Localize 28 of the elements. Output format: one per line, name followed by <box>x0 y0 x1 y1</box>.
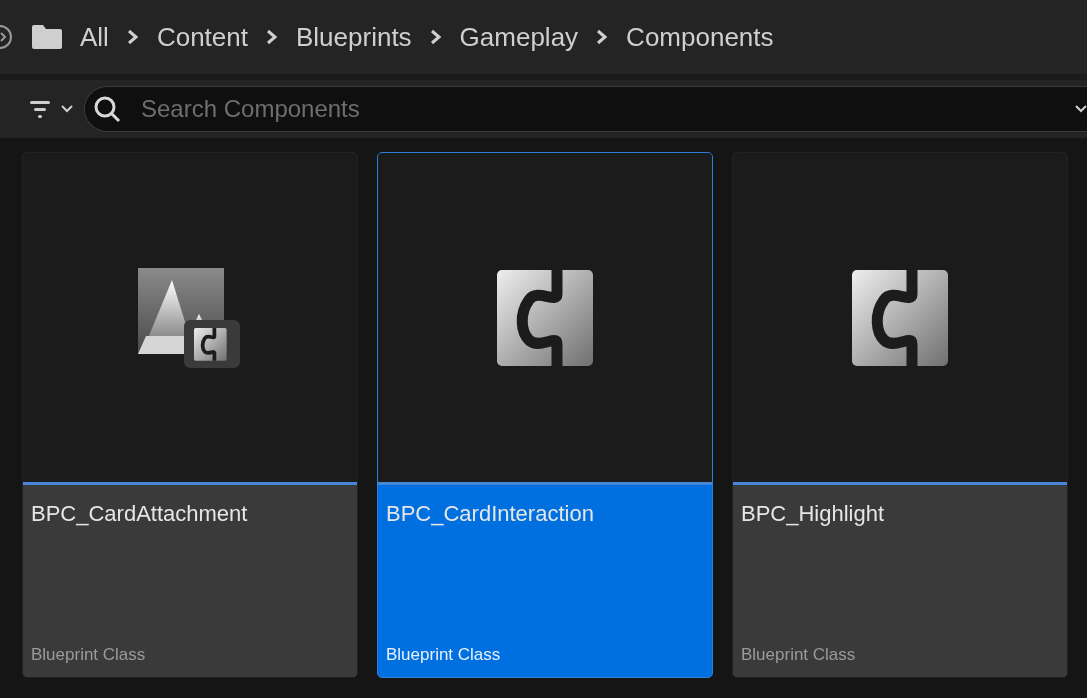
caret-icon <box>60 104 74 114</box>
history-icon[interactable] <box>0 24 14 50</box>
asset-tile[interactable]: BPC_Highlight Blueprint Class <box>732 152 1068 678</box>
breadcrumb-item[interactable]: Components <box>626 17 774 57</box>
search-field[interactable]: Search Components <box>84 86 1087 132</box>
chevron-right-icon[interactable] <box>266 29 278 45</box>
chevron-right-icon[interactable] <box>596 29 609 45</box>
chevron-right-icon[interactable] <box>429 29 442 45</box>
chevron-right-icon[interactable] <box>126 29 139 45</box>
asset-name: BPC_Highlight <box>741 500 886 528</box>
asset-tile[interactable]: BPC_CardAttachment Blueprint Class <box>22 152 358 678</box>
filter-button[interactable] <box>30 99 74 119</box>
component-icon <box>852 269 948 366</box>
breadcrumb-item[interactable]: Gameplay <box>459 17 579 57</box>
folder-icon[interactable] <box>32 25 62 49</box>
search-icon <box>92 94 122 124</box>
breadcrumb-item[interactable]: Content <box>156 17 248 57</box>
asset-type: Blueprint Class <box>386 643 502 666</box>
component-asset-icon <box>138 267 242 368</box>
asset-name: BPC_CardInteraction <box>386 500 595 528</box>
breadcrumb-item[interactable]: All <box>80 17 109 57</box>
chevron-down-icon[interactable] <box>1075 104 1087 114</box>
breadcrumb-item[interactable]: Blueprints <box>296 17 412 57</box>
asset-type: Blueprint Class <box>741 643 857 666</box>
asset-tile[interactable]: BPC_CardInteraction Blueprint Class <box>377 152 713 678</box>
asset-type: Blueprint Class <box>31 643 147 666</box>
asset-name: BPC_CardAttachment <box>31 500 249 528</box>
component-icon <box>497 269 593 366</box>
